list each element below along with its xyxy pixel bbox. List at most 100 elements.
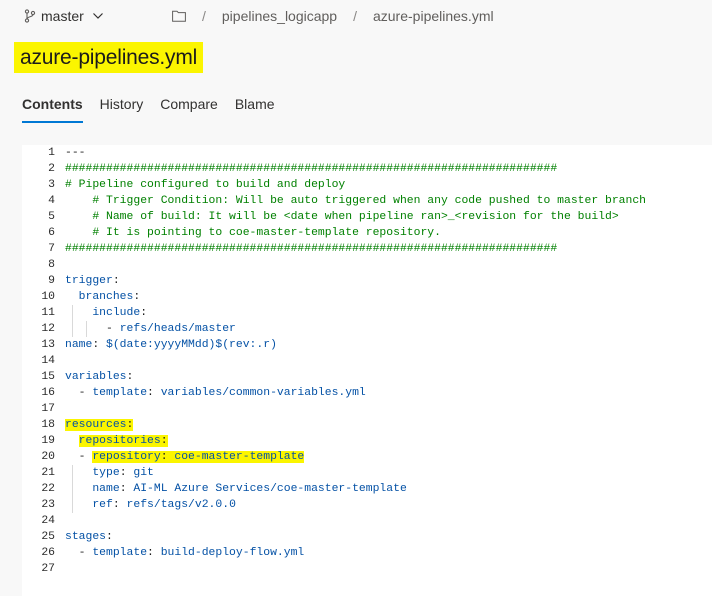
code-line: 16 - template: variables/common-variable… (22, 385, 712, 401)
code-token: refs/tags/v2.0.0 (126, 499, 236, 511)
code-line: 23 ref: refs/tags/v2.0.0 (22, 497, 712, 513)
line-number: 9 (48, 275, 55, 287)
code-token: : (126, 419, 134, 431)
line-number: 24 (41, 515, 55, 527)
code-token: : (92, 339, 107, 351)
code-line: 22 name: AI-ML Azure Services/coe-master… (22, 481, 712, 497)
highlight-mark: repository: coe-master-template (92, 451, 305, 463)
line-code: name: $(date:yyyyMMdd)$(rev:.r) (65, 337, 277, 353)
code-token: name (65, 339, 93, 351)
code-line: 10 branches: (22, 289, 712, 305)
indent-guide (71, 321, 73, 337)
code-token: repository (92, 451, 161, 463)
folder-icon (172, 10, 186, 22)
code-line: 7 #######################################… (22, 241, 712, 257)
line-code: --- (65, 145, 86, 161)
code-line: 25 stages: (22, 529, 712, 545)
line-number: 22 (41, 483, 55, 495)
line-code: include: (65, 305, 147, 321)
code-token: : (147, 387, 161, 399)
code-line: 6 # It is pointing to coe-master-templat… (22, 225, 712, 241)
code-line: 5 # Name of build: It will be <date when… (22, 209, 712, 225)
line-number: 21 (41, 467, 55, 479)
line-code: # Name of build: It will be <date when p… (65, 209, 619, 225)
code-token: ref (92, 499, 113, 511)
code-token: : (119, 467, 134, 479)
indent-guide (85, 321, 87, 337)
code-line: 13 name: $(date:yyyyMMdd)$(rev:.r) (22, 337, 712, 353)
tab-contents[interactable]: Contents (22, 96, 83, 123)
tab-compare[interactable]: Compare (160, 96, 218, 123)
code-token: template (92, 387, 148, 399)
code-token: : (106, 531, 113, 543)
branch-name: master (41, 8, 84, 24)
line-number: 7 (48, 243, 55, 255)
code-token: - (65, 323, 120, 335)
line-number: 23 (41, 499, 55, 511)
code-token: # Pipeline configured to build and deplo… (65, 179, 346, 191)
code-token: branches (78, 291, 134, 303)
breadcrumb: / pipelines_logicapp / azure-pipelines.y… (172, 8, 494, 24)
tab-blame[interactable]: Blame (235, 96, 275, 123)
line-code: - template: build-deploy-flow.yml (65, 545, 305, 561)
line-number: 5 (48, 211, 55, 223)
code-token: resources (65, 419, 127, 431)
code-token: # Name of build: It will be <date when p… (65, 211, 619, 223)
line-number: 20 (41, 451, 55, 463)
code-token: : (112, 499, 127, 511)
line-number: 25 (41, 531, 55, 543)
code-token: : (160, 435, 168, 447)
breadcrumb-file[interactable]: azure-pipelines.yml (373, 8, 494, 24)
line-number: 16 (41, 387, 55, 399)
indent-guide (71, 497, 73, 513)
indent-guide (71, 481, 73, 497)
code-token: : (126, 371, 134, 383)
line-code: - repository: coe-master-template (65, 449, 305, 465)
line-code: branches: (65, 289, 141, 305)
line-code: trigger: (65, 273, 120, 289)
line-number: 18 (41, 419, 55, 431)
line-code: resources: (65, 417, 134, 433)
code-line: 4 # Trigger Condition: Will be auto trig… (22, 193, 712, 209)
highlight-mark: repositories: (78, 435, 168, 447)
code-line: 18 resources: (22, 417, 712, 433)
line-number: 6 (48, 227, 55, 239)
sep-1: / (202, 8, 206, 24)
branch-selector[interactable]: master (24, 8, 104, 24)
line-code: # Trigger Condition: Will be auto trigge… (65, 193, 646, 209)
code-line: 15 variables: (22, 369, 712, 385)
line-code: - refs/heads/master (65, 321, 236, 337)
top-bar: master / pipelines_logicapp / azure-pipe… (0, 0, 712, 34)
code-token: - (65, 387, 93, 399)
line-number: 12 (41, 323, 55, 335)
code-token: variables/common-variables.yml (160, 387, 366, 399)
sep-2: / (353, 8, 357, 24)
code-token: - (65, 451, 93, 463)
line-number: 14 (41, 355, 55, 367)
line-number: 11 (41, 307, 55, 319)
line-number: 15 (41, 371, 55, 383)
code-line: 20 - repository: coe-master-template (22, 449, 712, 465)
code-line: 1 --- (22, 145, 712, 161)
line-number: 3 (48, 179, 55, 191)
breadcrumb-folder[interactable]: pipelines_logicapp (222, 8, 337, 24)
line-code: ref: refs/tags/v2.0.0 (65, 497, 236, 513)
code-token: : (147, 547, 161, 559)
code-token: name (92, 483, 120, 495)
code-token: # It is pointing to coe-master-template … (65, 227, 441, 239)
code-token: : (160, 451, 175, 463)
code-line: 14 (22, 353, 712, 369)
code-token: coe-master-template (174, 451, 305, 463)
chevron-down-icon (92, 13, 103, 19)
line-code: - template: variables/common-variables.y… (65, 385, 366, 401)
tab-history[interactable]: History (100, 96, 144, 123)
line-number: 27 (41, 563, 55, 575)
code-token: : (133, 291, 141, 303)
code-token: variables (65, 371, 127, 383)
code-editor[interactable]: 1 --- 2 ###################################… (22, 145, 712, 596)
indent-guide (71, 465, 73, 481)
line-code: # Pipeline configured to build and deplo… (65, 177, 345, 193)
